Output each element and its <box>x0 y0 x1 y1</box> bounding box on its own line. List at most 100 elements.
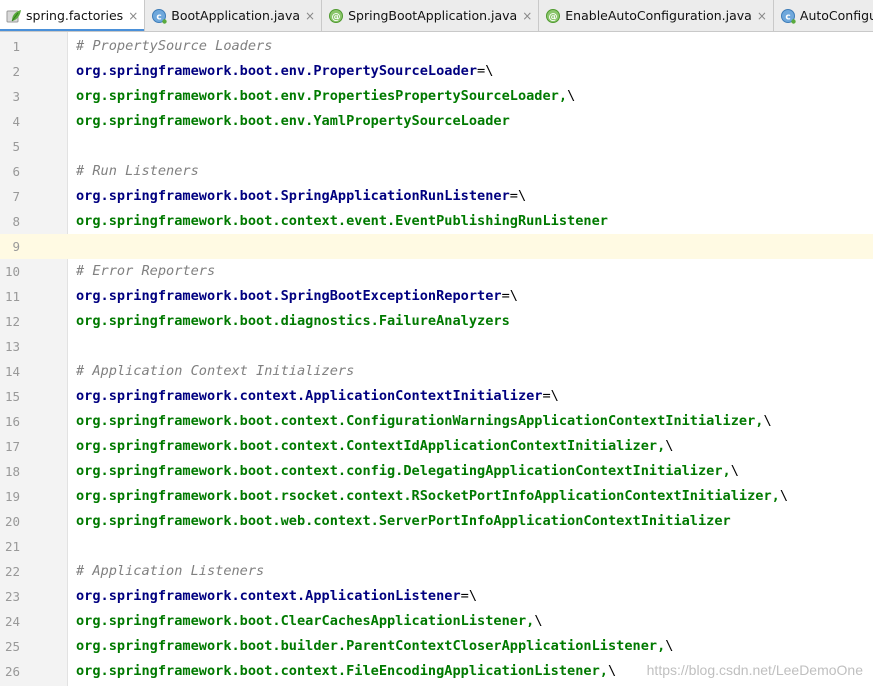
code-line[interactable]: 17 org.springframework.boot.context.Conte… <box>0 434 873 459</box>
code-line[interactable]: 6 # Run Listeners <box>0 159 873 184</box>
line-continuation: \ <box>665 638 674 654</box>
property-value: org.springframework.boot.context.FileEnc… <box>76 663 608 679</box>
line-continuation: \ <box>763 413 772 429</box>
line-number: 25 <box>4 639 20 654</box>
line-number: 3 <box>12 89 20 104</box>
line-number: 20 <box>4 514 20 529</box>
property-value: org.springframework.boot.builder.ParentC… <box>76 638 666 654</box>
line-number: 5 <box>12 139 20 154</box>
code-line[interactable]: 22 # Application Listeners <box>0 559 873 584</box>
close-icon[interactable]: × <box>305 10 315 22</box>
code-text: org.springframework.boot.diagnostics.Fai… <box>76 309 510 334</box>
class-icon: c <box>780 8 796 24</box>
code-line[interactable]: 21 <box>0 534 873 559</box>
tab-label: AutoConfigurationIm <box>799 7 873 23</box>
code-text: org.springframework.boot.ClearCachesAppl… <box>76 609 543 634</box>
tab-label: BootApplication.java <box>171 7 301 23</box>
tab-3[interactable]: @ EnableAutoConfiguration.java × <box>539 0 774 31</box>
close-icon[interactable]: × <box>522 10 532 22</box>
close-icon[interactable]: × <box>757 10 767 22</box>
tab-0[interactable]: spring.factories × <box>0 0 146 31</box>
property-key: org.springframework.boot.env.PropertySou… <box>76 63 478 79</box>
code-editor[interactable]: 1 # PropertySource Loaders 2 org.springfram… <box>0 32 873 686</box>
code-line[interactable]: 13 <box>0 334 873 359</box>
property-value: org.springframework.boot.context.event.E… <box>76 213 608 229</box>
comment-text: # Run Listeners <box>76 163 199 179</box>
code-line[interactable]: 3 org.springframework.boot.env.Properties… <box>0 84 873 109</box>
spring-leaf-icon <box>6 8 22 24</box>
code-line[interactable]: 5 <box>0 134 873 159</box>
svg-text:@: @ <box>549 12 558 22</box>
code-text: # Run Listeners <box>76 159 199 184</box>
property-value: org.springframework.boot.context.Configu… <box>76 413 764 429</box>
property-value: org.springframework.boot.ClearCachesAppl… <box>76 613 535 629</box>
code-line[interactable]: 8 org.springframework.boot.context.event.… <box>0 209 873 234</box>
line-continuation: \ <box>567 88 576 104</box>
code-text: org.springframework.boot.env.YamlPropert… <box>76 109 510 134</box>
code-text: org.springframework.context.ApplicationC… <box>76 384 559 409</box>
code-line[interactable]: 2 org.springframework.boot.env.PropertySo… <box>0 59 873 84</box>
line-number: 16 <box>4 414 20 429</box>
code-line[interactable]: 7 org.springframework.boot.SpringApplicat… <box>0 184 873 209</box>
code-line[interactable]: 12 org.springframework.boot.diagnostics.F… <box>0 309 873 334</box>
code-text: org.springframework.boot.SpringApplicati… <box>76 184 526 209</box>
property-value: org.springframework.boot.context.config.… <box>76 463 731 479</box>
line-number: 8 <box>12 214 20 229</box>
tab-2[interactable]: @ SpringBootApplication.java × <box>322 0 540 31</box>
comment-text: # Application Listeners <box>76 563 265 579</box>
close-icon[interactable]: × <box>128 10 138 22</box>
code-line[interactable]: 24 org.springframework.boot.ClearCachesAp… <box>0 609 873 634</box>
watermark: https://blog.csdn.net/LeeDemoOne <box>646 662 863 678</box>
code-line[interactable]: 19 org.springframework.boot.rsocket.conte… <box>0 484 873 509</box>
property-key: org.springframework.context.ApplicationC… <box>76 388 543 404</box>
code-line[interactable]: 18 org.springframework.boot.context.confi… <box>0 459 873 484</box>
line-number: 17 <box>4 439 20 454</box>
code-text: org.springframework.boot.context.config.… <box>76 459 739 484</box>
code-line[interactable]: 14 # Application Context Initializers <box>0 359 873 384</box>
key-separator: =\ <box>477 63 494 79</box>
annotation-icon: @ <box>328 8 344 24</box>
line-continuation: \ <box>665 438 674 454</box>
tab-4[interactable]: c AutoConfigurationIm <box>774 0 873 31</box>
svg-text:@: @ <box>332 12 341 22</box>
line-number: 21 <box>4 539 20 554</box>
key-separator: =\ <box>509 188 527 204</box>
code-text: org.springframework.boot.context.Context… <box>76 434 673 459</box>
line-number: 7 <box>12 189 20 204</box>
code-line[interactable]: 20 org.springframework.boot.web.context.S… <box>0 509 873 534</box>
code-line[interactable]: 25 org.springframework.boot.builder.Paren… <box>0 634 873 659</box>
tab-label: EnableAutoConfiguration.java <box>565 7 752 23</box>
code-line[interactable]: 23 org.springframework.context.Applicatio… <box>0 584 873 609</box>
line-number: 4 <box>12 114 20 129</box>
code-text: # Application Listeners <box>76 559 264 584</box>
code-line[interactable]: 1 # PropertySource Loaders <box>0 34 873 59</box>
property-key: org.springframework.boot.SpringBootExcep… <box>76 288 502 304</box>
code-line[interactable]: 16 org.springframework.boot.context.Confi… <box>0 409 873 434</box>
line-number: 11 <box>4 289 20 304</box>
code-line[interactable]: 11 org.springframework.boot.SpringBootExc… <box>0 284 873 309</box>
property-value: org.springframework.boot.context.Context… <box>76 438 666 454</box>
line-number: 19 <box>4 489 20 504</box>
code-line[interactable]: 4 org.springframework.boot.env.YamlProper… <box>0 109 873 134</box>
tab-1[interactable]: c BootApplication.java × <box>145 0 323 31</box>
comment-text: # Error Reporters <box>76 263 216 279</box>
code-text: # Error Reporters <box>76 259 215 284</box>
code-text: org.springframework.context.ApplicationL… <box>76 584 477 609</box>
property-value: org.springframework.boot.env.PropertiesP… <box>76 88 568 104</box>
code-text: org.springframework.boot.env.PropertySou… <box>76 59 493 84</box>
code-line[interactable]: 10 # Error Reporters <box>0 259 873 284</box>
property-value: org.springframework.boot.diagnostics.Fai… <box>76 313 510 329</box>
code-text: org.springframework.boot.context.event.E… <box>76 209 608 234</box>
code-line[interactable]: 9 <box>0 234 873 259</box>
line-continuation: \ <box>730 463 739 479</box>
comment-text: # Application Context Initializers <box>76 363 355 379</box>
code-line[interactable]: 15 org.springframework.context.Applicatio… <box>0 384 873 409</box>
line-number: 14 <box>4 364 20 379</box>
code-text: org.springframework.boot.rsocket.context… <box>76 484 788 509</box>
line-number: 2 <box>12 64 20 79</box>
annotation-icon: @ <box>545 8 561 24</box>
class-icon: c <box>151 8 167 24</box>
line-continuation: \ <box>534 613 543 629</box>
code-text: # PropertySource Loaders <box>76 34 272 59</box>
line-number: 6 <box>12 164 20 179</box>
